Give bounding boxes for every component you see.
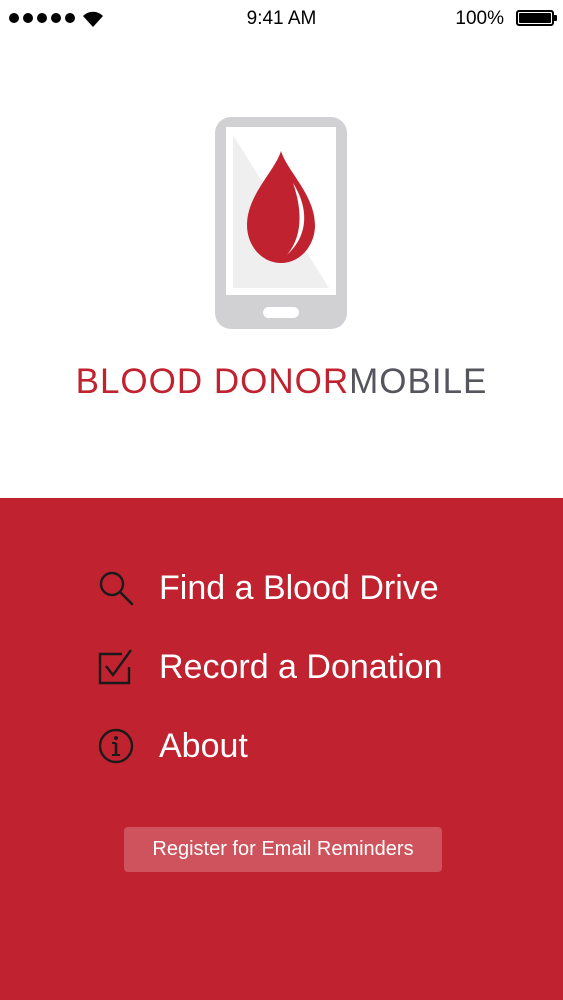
menu-panel: Find a Blood Drive Record a Donation Abo… bbox=[0, 498, 563, 1000]
screen: 9:41 AM 100% BLOOD DONORMOBILE Find a Bl… bbox=[0, 0, 563, 1000]
status-bar: 9:41 AM 100% bbox=[0, 0, 563, 38]
search-icon bbox=[99, 571, 134, 606]
app-title-secondary: MOBILE bbox=[349, 362, 488, 401]
menu-item-find-blood-drive[interactable]: Find a Blood Drive bbox=[97, 565, 439, 611]
checkbox-icon bbox=[98, 649, 132, 685]
menu-item-label: About bbox=[159, 726, 248, 765]
info-icon bbox=[98, 728, 134, 764]
menu-item-about[interactable]: About bbox=[97, 723, 248, 769]
battery-icon bbox=[516, 10, 557, 26]
app-title: BLOOD DONORMOBILE bbox=[0, 362, 563, 402]
battery-fill bbox=[519, 13, 551, 23]
menu-item-label: Record a Donation bbox=[159, 647, 443, 686]
menu-item-label: Find a Blood Drive bbox=[159, 568, 439, 607]
app-title-primary: BLOOD DONOR bbox=[75, 362, 350, 401]
register-email-reminders-button[interactable]: Register for Email Reminders bbox=[124, 827, 442, 872]
phone-blood-drop-icon bbox=[215, 117, 347, 329]
menu-item-record-donation[interactable]: Record a Donation bbox=[97, 644, 443, 690]
battery-percent: 100% bbox=[455, 8, 504, 29]
